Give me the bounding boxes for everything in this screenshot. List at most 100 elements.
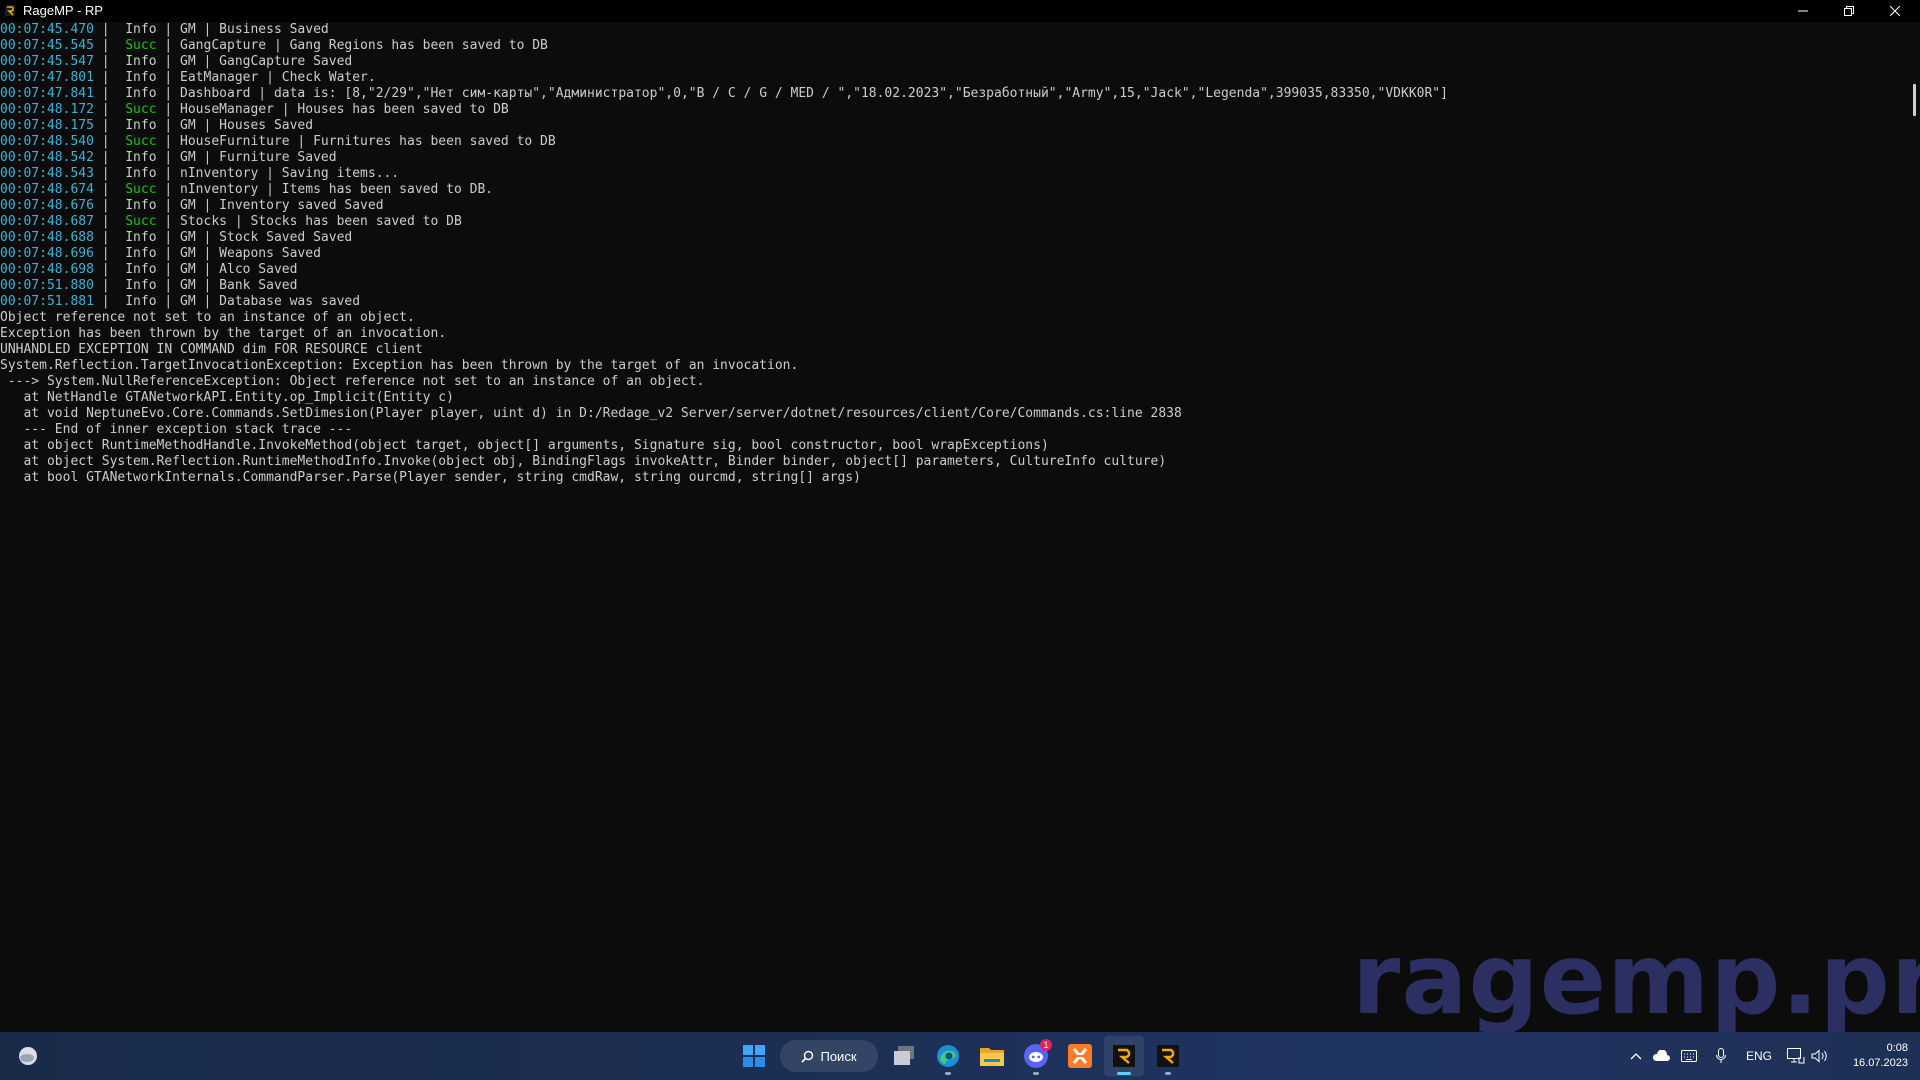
touch-keyboard-button[interactable] — [1679, 1046, 1699, 1066]
log-message: nInventory | Items has been saved to DB. — [180, 182, 494, 197]
log-message: GM | Inventory saved Saved — [180, 198, 384, 213]
console-scrollbar[interactable] — [1908, 22, 1920, 1032]
minimize-icon — [1798, 10, 1808, 12]
log-message: nInventory | Saving items... — [180, 166, 400, 181]
keyboard-icon — [1681, 1050, 1697, 1062]
taskbar-app-ragemp-2[interactable] — [1148, 1036, 1188, 1076]
window-title: RageMP - RP — [23, 3, 103, 18]
log-message: EatManager | Check Water. — [180, 70, 376, 85]
onedrive-button[interactable] — [1651, 1046, 1671, 1066]
log-line: 00:07:51.880 | Info | GM | Bank Saved — [0, 278, 298, 293]
log-line: 00:07:48.542 | Info | GM | Furniture Sav… — [0, 150, 337, 165]
cloud-icon — [1653, 1050, 1670, 1061]
log-line: 00:07:47.841 | Info | Dashboard | data i… — [0, 86, 1448, 101]
ragemp-icon — [1113, 1045, 1135, 1067]
clock-date: 16.07.2023 — [1852, 1057, 1908, 1069]
input-language[interactable]: ENG — [1746, 1049, 1772, 1063]
log-line: 00:07:48.674 | Succ | nInventory | Items… — [0, 182, 494, 197]
log-message: HouseFurniture | Furnitures has been sav… — [180, 134, 556, 149]
log-message: GM | Business Saved — [180, 22, 329, 37]
start-button[interactable] — [734, 1036, 774, 1076]
log-timestamp: 00:07:48.674 — [0, 182, 94, 197]
log-timestamp: 00:07:48.688 — [0, 230, 94, 245]
log-timestamp: 00:07:45.547 — [0, 54, 94, 69]
taskbar-app-edge[interactable] — [928, 1036, 968, 1076]
log-timestamp: 00:07:48.698 — [0, 262, 94, 277]
file-explorer-icon — [980, 1048, 1004, 1066]
close-button[interactable] — [1872, 0, 1918, 22]
console-output[interactable]: 00:07:45.470 | Info | GM | Business Save… — [0, 22, 1908, 1032]
log-line: 00:07:48.543 | Info | nInventory | Savin… — [0, 166, 400, 181]
exception-line: at void NeptuneEvo.Core.Commands.SetDime… — [0, 406, 1182, 421]
log-line: 00:07:45.470 | Info | GM | Business Save… — [0, 22, 329, 37]
task-view-icon — [894, 1046, 914, 1065]
log-message: GM | Houses Saved — [180, 118, 314, 133]
ragemp-app-icon — [5, 5, 15, 16]
exception-line: at NetHandle GTANetworkAPI.Entity.op_Imp… — [0, 390, 454, 405]
log-timestamp: 00:07:51.881 — [0, 294, 94, 309]
log-message: GM | Alco Saved — [180, 262, 298, 277]
taskbar-app-discord[interactable]: 1 — [1016, 1036, 1056, 1076]
log-timestamp: 00:07:48.676 — [0, 198, 94, 213]
log-line: 00:07:45.545 | Succ | GangCapture | Gang… — [0, 38, 548, 53]
log-level: Info — [125, 230, 157, 245]
log-timestamp: 00:07:48.687 — [0, 214, 94, 229]
exception-line: UNHANDLED EXCEPTION IN COMMAND dim FOR R… — [0, 342, 423, 357]
task-view-button[interactable] — [884, 1036, 924, 1076]
log-timestamp: 00:07:48.172 — [0, 102, 94, 117]
running-indicator — [1033, 1072, 1039, 1075]
ragemp-icon — [1157, 1045, 1179, 1067]
log-level: Info — [125, 54, 157, 69]
log-level: Succ — [125, 134, 157, 149]
log-line: 00:07:48.696 | Info | GM | Weapons Saved — [0, 246, 321, 261]
exception-line: Exception has been thrown by the target … — [0, 326, 447, 341]
taskbar-app-file-explorer[interactable] — [972, 1036, 1012, 1076]
restore-button[interactable] — [1826, 0, 1872, 22]
watermark: ragemp.pro — [1352, 923, 1920, 1037]
log-line: 00:07:48.688 | Info | GM | Stock Saved S… — [0, 230, 353, 245]
exception-line: at object RuntimeMethodHandle.InvokeMeth… — [0, 438, 1049, 453]
log-timestamp: 00:07:48.175 — [0, 118, 94, 133]
log-timestamp: 00:07:48.542 — [0, 150, 94, 165]
show-hidden-icons-button[interactable] — [1626, 1046, 1646, 1066]
log-level: Succ — [125, 214, 157, 229]
log-message: Stocks | Stocks has been saved to DB — [180, 214, 462, 229]
log-timestamp: 00:07:47.841 — [0, 86, 94, 101]
log-message: GangCapture | Gang Regions has been save… — [180, 38, 548, 53]
log-message: GM | GangCapture Saved — [180, 54, 353, 69]
log-level: Info — [125, 166, 157, 181]
taskbar-app-xampp[interactable] — [1060, 1036, 1100, 1076]
microphone-button[interactable] — [1711, 1046, 1731, 1066]
log-level: Info — [125, 118, 157, 133]
window-titlebar[interactable]: RageMP - RP — [0, 0, 1920, 22]
taskbar-app-ragemp[interactable] — [1104, 1036, 1144, 1076]
log-level: Info — [125, 150, 157, 165]
log-timestamp: 00:07:47.801 — [0, 70, 94, 85]
log-level: Info — [125, 70, 157, 85]
restore-icon — [1844, 6, 1854, 16]
close-icon — [1890, 6, 1900, 16]
log-line: 00:07:47.801 | Info | EatManager | Check… — [0, 70, 376, 85]
log-level: Info — [125, 278, 157, 293]
notification-badge: 1 — [1040, 1039, 1052, 1051]
log-timestamp: 00:07:51.880 — [0, 278, 94, 293]
widgets-button[interactable] — [8, 1036, 48, 1076]
volume-button[interactable] — [1810, 1046, 1830, 1066]
log-level: Succ — [125, 102, 157, 117]
log-timestamp: 00:07:45.545 — [0, 38, 94, 53]
search-label: Поиск — [820, 1048, 857, 1064]
clock-time: 0:08 — [1886, 1042, 1908, 1054]
speaker-icon — [1811, 1049, 1827, 1063]
log-level: Info — [125, 294, 157, 309]
minimize-button[interactable] — [1780, 0, 1826, 22]
exception-line: at bool GTANetworkInternals.CommandParse… — [0, 470, 861, 485]
search-box[interactable]: Поиск — [780, 1040, 878, 1072]
xampp-icon — [1068, 1044, 1092, 1068]
active-indicator — [1117, 1072, 1131, 1075]
log-timestamp: 00:07:45.470 — [0, 22, 94, 37]
scrollbar-thumb[interactable] — [1913, 84, 1916, 116]
network-button[interactable] — [1786, 1046, 1806, 1066]
system-clock[interactable]: 0:08 16.07.2023 — [1838, 1041, 1908, 1071]
log-message: Dashboard | data is: [8,"2/29","Нет сим-… — [180, 86, 1448, 101]
log-message: GM | Weapons Saved — [180, 246, 321, 261]
